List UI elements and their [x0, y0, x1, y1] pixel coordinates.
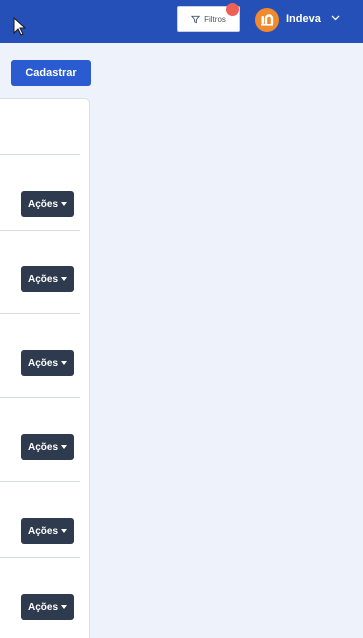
indeva-logo-icon: [261, 14, 274, 26]
actions-button-label: Ações: [27, 273, 58, 285]
actions-button[interactable]: Ações: [21, 266, 74, 292]
actions-button-label: Ações: [27, 441, 58, 453]
filter-icon: [191, 15, 201, 23]
caret-down-icon: [61, 361, 67, 365]
caret-down-icon: [61, 202, 67, 206]
actions-button[interactable]: Ações: [21, 594, 74, 620]
list-panel: Ações Ações Ações Ações Ações Ações: [0, 98, 90, 638]
actions-button[interactable]: Ações: [21, 434, 74, 460]
caret-down-icon: [61, 277, 67, 281]
chevron-down-icon[interactable]: [331, 15, 340, 21]
actions-button[interactable]: Ações: [21, 191, 74, 217]
row-divider: [0, 154, 80, 155]
caret-down-icon: [61, 445, 67, 449]
user-name[interactable]: Indeva: [286, 12, 321, 26]
actions-button[interactable]: Ações: [21, 518, 74, 544]
row-divider: [0, 481, 80, 482]
filter-notification-badge: [226, 3, 239, 16]
row-divider: [0, 557, 80, 558]
actions-button-label: Ações: [27, 525, 58, 537]
row-divider: [0, 313, 80, 314]
mouse-cursor-icon: [13, 17, 27, 36]
avatar[interactable]: [255, 8, 279, 32]
top-navigation-bar: Filtros Indeva: [0, 0, 363, 43]
row-divider: [0, 230, 80, 231]
caret-down-icon: [61, 529, 67, 533]
actions-button[interactable]: Ações: [21, 350, 74, 376]
actions-button-label: Ações: [27, 357, 58, 369]
cadastrar-button[interactable]: Cadastrar: [11, 60, 91, 86]
filter-button-label: Filtros: [204, 14, 226, 24]
actions-button-label: Ações: [27, 198, 58, 210]
row-divider: [0, 397, 80, 398]
caret-down-icon: [61, 605, 67, 609]
actions-button-label: Ações: [27, 601, 58, 613]
